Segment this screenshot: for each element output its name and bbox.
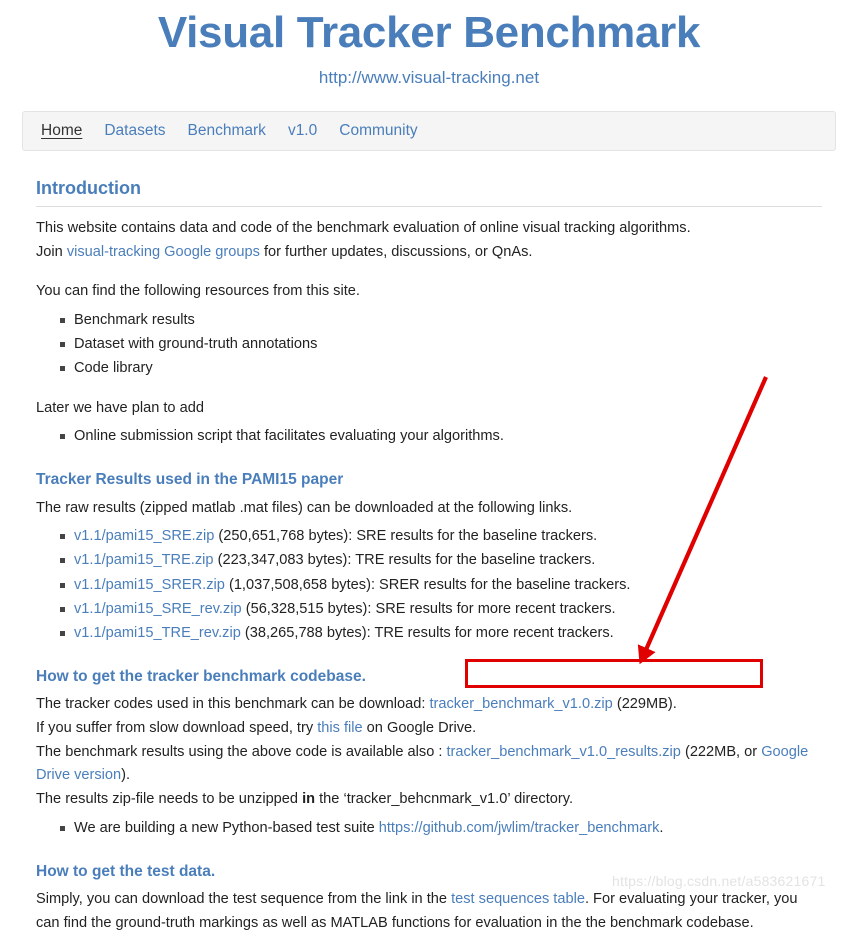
file-desc: : SRER results for the baseline trackers… [370,576,631,593]
list-item: Benchmark results [60,308,822,332]
download-link-tracker-benchmark-v1-0[interactable]: tracker_benchmark_v1.0.zip [429,696,612,712]
resources-list: Benchmark results Dataset with ground-tr… [36,308,822,381]
codebase-line1-prefix: The tracker codes used in this benchmark… [36,696,430,713]
list-item: v1.1/pami15_TRE_rev.zip (38,265,788 byte… [60,621,822,645]
list-item: v1.1/pami15_SRE.zip (250,651,768 bytes):… [60,524,822,548]
main-content: Introduction This website contains data … [0,151,858,935]
heading-test-data: How to get the test data. [36,862,216,880]
list-item: v1.1/pami15_SRE_rev.zip (56,328,515 byte… [60,597,822,621]
download-link-pami15-sre-rev[interactable]: v1.1/pami15_SRE_rev.zip [74,601,242,617]
heading-codebase: How to get the tracker benchmark codebas… [36,668,366,686]
file-desc: : TRE results for the baseline trackers. [347,552,596,569]
nav-item-benchmark[interactable]: Benchmark [188,122,266,140]
codebase-line2-prefix: If you suffer from slow download speed, … [36,720,318,737]
later-plans-list: Online submission script that facilitate… [36,424,822,448]
list-item: v1.1/pami15_TRE.zip (223,347,083 bytes):… [60,548,822,572]
intro-line-1: This website contains data and code of t… [36,219,691,236]
site-url-subtitle: http://www.visual-tracking.net [318,68,540,88]
page-title: Visual Tracker Benchmark [157,8,701,57]
download-link-pami15-srer[interactable]: v1.1/pami15_SRER.zip [74,577,225,593]
file-desc: : SRE results for more recent trackers. [367,600,616,617]
github-repo-link[interactable]: https://github.com/jwlim/tracker_benchma… [379,820,660,836]
codebase-line1-size: (229MB). [612,696,677,713]
file-size: (1,037,508,658 bytes) [228,576,371,593]
nav-item-community[interactable]: Community [339,122,417,140]
download-link-results-zip[interactable]: tracker_benchmark_v1.0_results.zip [446,744,680,760]
main-navigation: Home Datasets Benchmark v1.0 Community [22,110,836,151]
nav-item-datasets[interactable]: Datasets [104,122,165,140]
nav-item-home[interactable]: Home [41,122,82,140]
this-file-link[interactable]: this file [317,720,362,736]
codebase-line4-prefix: The results zip-file needs to be unzippe… [36,790,303,807]
file-size: (223,347,083 bytes) [217,552,348,569]
site-header: Visual Tracker Benchmark http://www.visu… [0,0,858,89]
heading-introduction: Introduction [36,177,822,207]
later-plans-intro: Later we have plan to add [36,399,204,416]
intro-line-2-prefix: Join [36,243,67,260]
list-item: Code library [60,356,822,380]
codebase-line3-prefix: The benchmark results using the above co… [36,743,447,760]
codebase-line3-suffix: ). [121,767,131,784]
list-item: Dataset with ground-truth annotations [60,332,822,356]
file-size: (38,265,788 bytes) [244,625,367,642]
codebase-line4-suffix: the ‘tracker_behcnmark_v1.0’ directory. [315,790,574,807]
python-suite-prefix: We are building a new Python-based test … [74,819,379,836]
nav-item-v1-0[interactable]: v1.0 [288,122,317,140]
pami15-intro: The raw results (zipped matlab .mat file… [36,499,573,516]
codebase-paragraph: The tracker codes used in this benchmark… [36,693,822,811]
list-item: Online submission script that facilitate… [60,424,822,448]
codebase-line4-bold: in [302,790,316,807]
download-link-pami15-sre[interactable]: v1.1/pami15_SRE.zip [74,528,214,544]
file-desc: : SRE results for the baseline trackers. [348,528,598,545]
testdata-paragraph: Simply, you can download the test sequen… [36,888,822,935]
download-link-pami15-tre[interactable]: v1.1/pami15_TRE.zip [74,552,214,568]
pami15-download-list: v1.1/pami15_SRE.zip (250,651,768 bytes):… [36,524,822,645]
file-desc: : TRE results for more recent trackers. [366,625,614,642]
codebase-bullet-list: We are building a new Python-based test … [36,816,822,840]
codebase-line2-suffix: on Google Drive. [362,720,477,737]
intro-line-2-suffix: for further updates, discussions, or QnA… [259,243,533,260]
list-item: v1.1/pami15_SRER.zip (1,037,508,658 byte… [60,573,822,597]
heading-pami15-results: Tracker Results used in the PAMI15 paper [36,471,344,489]
intro-paragraph: This website contains data and code of t… [36,217,822,264]
google-groups-link[interactable]: visual-tracking Google groups [67,244,260,260]
list-item: We are building a new Python-based test … [60,816,822,840]
file-size: (250,651,768 bytes) [218,528,349,545]
codebase-line3-size: (222MB, or [680,743,762,760]
file-size: (56,328,515 bytes) [245,600,368,617]
download-link-pami15-tre-rev[interactable]: v1.1/pami15_TRE_rev.zip [74,625,241,641]
resources-intro: You can find the following resources fro… [36,283,360,300]
python-suite-suffix: . [659,819,664,836]
